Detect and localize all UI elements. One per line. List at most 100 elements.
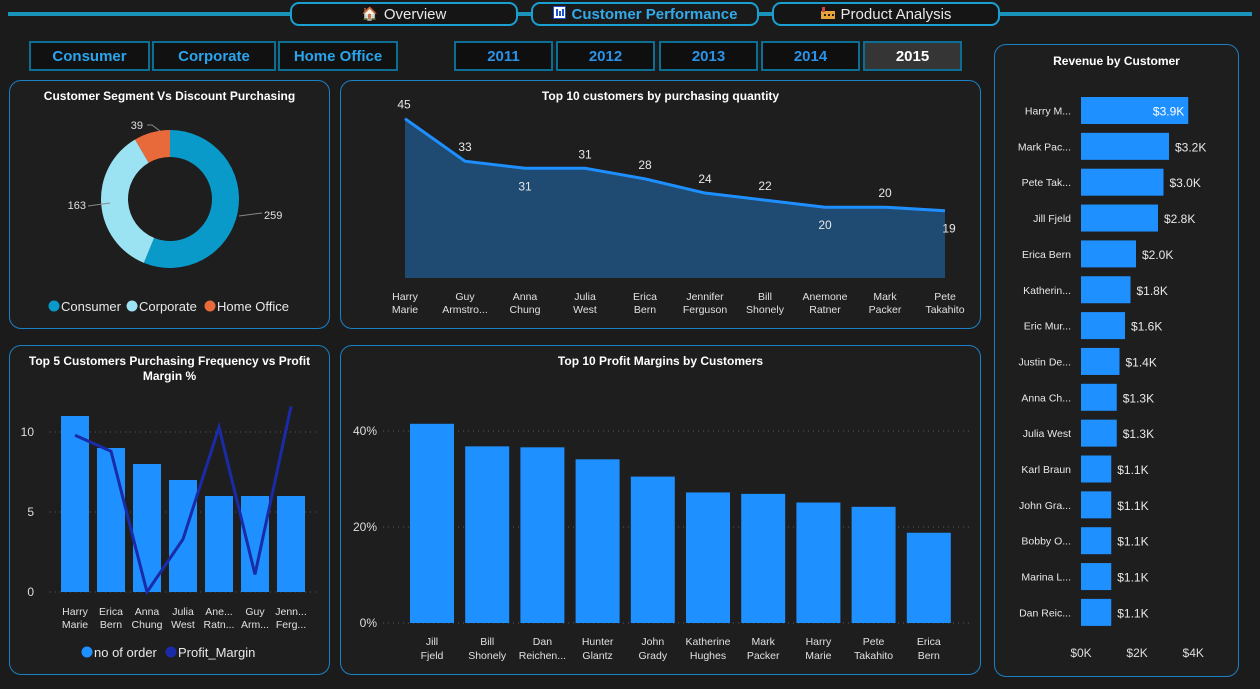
area-point-label-1: 33 (458, 140, 472, 154)
pm-bar-6 (741, 493, 786, 623)
year-2012-button[interactable]: 2012 (556, 41, 655, 71)
combo-bar-6 (277, 496, 305, 592)
segment-home-office-button[interactable]: Home Office (278, 41, 398, 71)
combo-y-tick-0: 0 (27, 585, 34, 599)
combo-legend-label-1: Profit_Margin (178, 645, 255, 660)
rev-value-label-5: $1.8K (1137, 284, 1168, 298)
pm-bar-9 (906, 532, 951, 623)
pm-bar-5 (686, 492, 730, 623)
nav-customer-performance-button[interactable]: Customer Performance (531, 2, 759, 26)
area-point-label-6: 22 (758, 179, 772, 193)
donut-label-2: 39 (131, 120, 143, 132)
nav-overview-button[interactable]: 🏠 Overview (290, 2, 518, 26)
legend-label-1: Corporate (139, 299, 197, 314)
segment-corporate-button[interactable]: Corporate (152, 41, 276, 71)
pm-bar-7 (796, 502, 841, 623)
combo-bar-0 (61, 416, 89, 592)
area-point-label-9: 19 (942, 222, 956, 236)
rev-cat-label-12: Bobby O... (1021, 536, 1071, 548)
nav-overview-label: Overview (383, 5, 447, 23)
area-point-label-2: 31 (518, 179, 532, 193)
area-point-label-3: 31 (578, 147, 592, 161)
rev-bar-3 (1081, 204, 1158, 232)
rev-cat-label-4: Erica Bern (1022, 249, 1071, 261)
rev-x-tick-1: $2K (1126, 646, 1147, 660)
rev-bar-7 (1081, 347, 1120, 375)
rev-value-label-8: $1.3K (1123, 391, 1154, 405)
revenue-chart: Harry M... $3.9K Mark Pac... $3.2K Pete Tak.… (1018, 97, 1206, 660)
frequency-profit-chart: 0 5 10 Harry Marie Erica Bern Anna Chung Julia Wes… (21, 406, 320, 660)
year-2013-button[interactable]: 2013 (659, 41, 758, 71)
pm-bar-8 (851, 506, 896, 623)
rev-value-label-13: $1.1K (1117, 571, 1148, 585)
area-x-label-8: Mark Packer (869, 291, 902, 316)
rev-value-label-14: $1.1K (1117, 606, 1148, 620)
rev-value-label-4: $2.0K (1142, 248, 1173, 262)
combo-x-label-3: Julia West (171, 606, 195, 631)
legend-dot-0 (48, 300, 60, 312)
rev-value-label-9: $1.3K (1123, 427, 1154, 441)
combo-bar-4 (205, 496, 233, 592)
combo-y-tick-1: 5 (27, 505, 34, 519)
nav-product-analysis-button[interactable]: Product Analysis (772, 2, 1000, 26)
pm-y-tick-0: 0% (360, 616, 378, 630)
rev-cat-label-9: Julia West (1023, 428, 1071, 440)
area-x-label-3: Julia West (573, 291, 597, 316)
rev-value-label-11: $1.1K (1117, 499, 1148, 513)
rev-cat-label-5: Katherin... (1023, 285, 1071, 297)
rev-cat-label-0: Harry M... (1025, 106, 1071, 118)
rev-value-label-12: $1.1K (1117, 535, 1148, 549)
combo-bar-2 (133, 464, 161, 592)
rev-value-label-0: $3.9K (1153, 105, 1184, 119)
pm-bar-4 (630, 476, 675, 623)
rev-value-label-3: $2.8K (1164, 212, 1195, 226)
rev-bar-12 (1081, 527, 1112, 555)
pm-y-tick-2: 40% (353, 424, 377, 438)
area-x-label-9: Pete Takahito (925, 291, 964, 316)
rev-cat-label-6: Eric Mur... (1024, 321, 1071, 333)
year-2011-button[interactable]: 2011 (454, 41, 553, 71)
area-x-label-4: Erica Bern (633, 291, 657, 316)
combo-legend-dot-1 (165, 646, 177, 658)
pm-x-label-3: Hunter Glantz (582, 636, 614, 662)
rev-cat-label-10: Karl Braun (1021, 464, 1071, 476)
rev-bar-1 (1081, 132, 1169, 160)
rev-bar-13 (1081, 563, 1112, 591)
dashboard-icon (552, 6, 566, 22)
pm-bar-2 (520, 447, 565, 623)
segment-discount-chart: 259 163 39 Consumer Corporate Home Office (48, 120, 289, 314)
pm-x-label-7: Harry Marie (805, 636, 832, 662)
combo-x-label-2: Anna Chung (132, 606, 163, 631)
donut-leader-0 (238, 212, 263, 217)
segment-discount-panel: Customer Segment Vs Discount Purchasing … (9, 80, 330, 329)
legend-dot-1 (126, 300, 138, 312)
rev-bar-5 (1081, 276, 1131, 304)
pm-bar-0 (410, 423, 454, 623)
combo-x-label-0: Harry Marie (62, 606, 89, 631)
pm-bar-1 (465, 446, 510, 623)
legend-dot-2 (204, 300, 216, 312)
pm-x-label-9: Erica Bern (917, 636, 941, 662)
segment-consumer-button[interactable]: Consumer (29, 41, 150, 71)
rev-cat-label-3: Jill Fjeld (1033, 213, 1071, 225)
combo-x-label-4: Ane... Ratn... (204, 606, 235, 631)
pm-x-label-0: Jill Fjeld (421, 636, 444, 662)
area-point-label-7: 20 (818, 218, 832, 232)
combo-y-tick-2: 10 (21, 425, 35, 439)
area-x-label-7: Anemone Ratner (803, 291, 848, 316)
combo-bar-5 (241, 496, 269, 592)
top10-quantity-panel: Top 10 customers by purchasing quantity … (340, 80, 981, 329)
rev-bar-6 (1081, 312, 1125, 340)
area-point-label-8: 20 (878, 186, 892, 200)
year-2015-button[interactable]: 2015 (863, 41, 962, 71)
area-x-label-1: Guy Armstro... (442, 291, 488, 316)
legend-label-2: Home Office (217, 299, 289, 314)
area-point-label-4: 28 (638, 158, 652, 172)
combo-legend-label-0: no of order (94, 645, 158, 660)
year-2014-button[interactable]: 2014 (761, 41, 860, 71)
pm-x-label-5: Katherine Hughes (686, 636, 731, 662)
donut-label-0: 259 (264, 210, 282, 222)
home-icon: 🏠 (361, 6, 378, 21)
rev-x-tick-2: $4K (1183, 646, 1204, 660)
rev-cat-label-1: Mark Pac... (1018, 141, 1071, 153)
